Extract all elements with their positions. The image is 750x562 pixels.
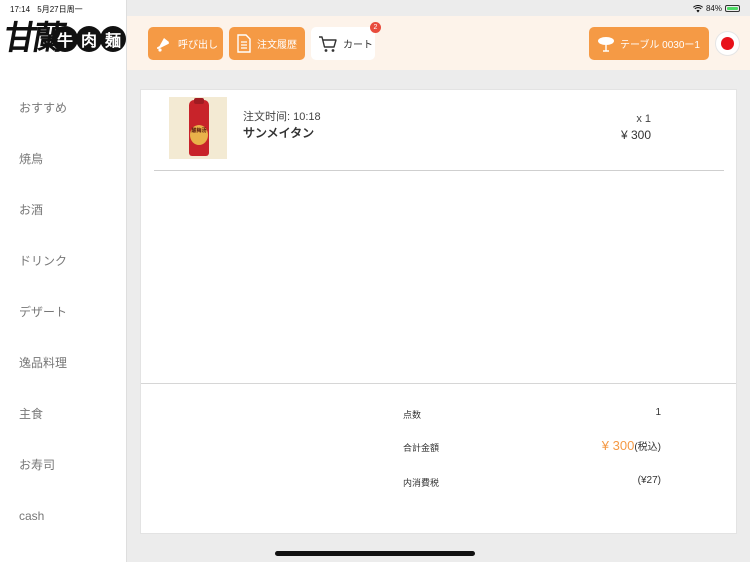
battery-percent: 84% <box>705 4 722 13</box>
total-label: 合計金額 <box>403 443 440 453</box>
order-time: 注文时间: 10:18 <box>243 111 321 123</box>
logo-circles: 牛 肉 麺 <box>52 26 126 52</box>
category-item-cash[interactable]: cash <box>0 491 127 542</box>
status-time-date: 17:14 5月27日周一 <box>10 4 83 15</box>
item-quantity: x 1 <box>636 113 651 125</box>
record-button[interactable] <box>715 31 740 56</box>
bottle-cap <box>194 98 204 104</box>
total-amount: ¥ 300(税込) <box>602 438 661 453</box>
status-date: 5月27日周一 <box>37 5 83 14</box>
home-indicator[interactable] <box>275 551 475 556</box>
document-icon <box>237 34 251 53</box>
tax-label: 内消費税 <box>403 478 440 488</box>
brand-logo: 甘蘭 牛 肉 麺 <box>1 14 126 70</box>
cart-count-badge: 2 <box>370 22 381 33</box>
count-label: 点数 <box>403 410 422 420</box>
category-list: おすすめ 焼鳥 お酒 ドリンク デザート 逸品料理 主食 お寿司 cash <box>0 83 127 542</box>
table-number-button[interactable]: テーブル 0030ー1 <box>589 27 709 60</box>
item-name: サンメイタン <box>243 126 315 140</box>
battery-icon <box>725 5 740 12</box>
status-time: 17:14 <box>10 5 31 14</box>
table-icon <box>598 36 614 52</box>
category-item-special-dishes[interactable]: 逸品料理 <box>0 338 127 389</box>
tax-value: (¥27) <box>637 475 661 486</box>
logo-circle-2: 肉 <box>76 26 102 52</box>
category-item-dessert[interactable]: デザート <box>0 287 127 338</box>
call-staff-button[interactable]: 呼び出し <box>148 27 223 60</box>
order-panel: 酸梅汤 注文时间: 10:18 サンメイタン x 1 ¥ 300 点数 1 合計… <box>140 89 737 534</box>
bottle-image: 酸梅汤 <box>189 98 209 156</box>
category-item-yakitori[interactable]: 焼鳥 <box>0 134 127 185</box>
total-tax-included: (税込) <box>634 442 661 453</box>
category-item-sake[interactable]: お酒 <box>0 185 127 236</box>
order-summary: 点数 1 合計金額 ¥ 300(税込) 内消費税 (¥27) <box>141 383 736 534</box>
wifi-icon <box>693 4 703 12</box>
item-image[interactable]: 酸梅汤 <box>169 97 227 159</box>
sidebar: 甘蘭 牛 肉 麺 おすすめ 焼鳥 お酒 ドリンク デザート 逸品料理 主食 お寿… <box>0 0 127 562</box>
call-staff-label: 呼び出し <box>178 40 218 51</box>
status-indicators: 84% <box>693 4 740 13</box>
total-value: ¥ 300 <box>601 438 635 453</box>
logo-circle-3: 麺 <box>100 26 126 52</box>
bell-icon <box>157 37 169 52</box>
app-root: 甘蘭 牛 肉 麺 おすすめ 焼鳥 お酒 ドリンク デザート 逸品料理 主食 お寿… <box>0 0 750 562</box>
order-history-label: 注文履歴 <box>257 40 297 51</box>
table-number-label: テーブル 0030ー1 <box>620 40 700 51</box>
bottle-label: 酸梅汤 <box>190 125 208 145</box>
category-item-drinks[interactable]: ドリンク <box>0 236 127 287</box>
order-history-button[interactable]: 注文履歴 <box>229 27 305 60</box>
logo-circle-1: 牛 <box>52 26 78 52</box>
record-dot-icon <box>721 37 734 50</box>
category-item-sushi[interactable]: お寿司 <box>0 440 127 491</box>
count-value: 1 <box>655 407 661 418</box>
item-price: ¥ 300 <box>620 128 651 142</box>
top-header: 呼び出し 注文履歴 カート 2 テーブル 0030ー1 <box>127 16 750 70</box>
status-bar: 17:14 5月27日周一 84% <box>0 0 750 16</box>
category-item-staple[interactable]: 主食 <box>0 389 127 440</box>
cart-icon <box>319 35 337 52</box>
cart-button[interactable]: カート <box>311 27 375 60</box>
cart-label: カート <box>343 40 373 51</box>
category-item-recommended[interactable]: おすすめ <box>0 83 127 134</box>
order-item-row: 酸梅汤 注文时间: 10:18 サンメイタン x 1 ¥ 300 <box>154 90 724 171</box>
